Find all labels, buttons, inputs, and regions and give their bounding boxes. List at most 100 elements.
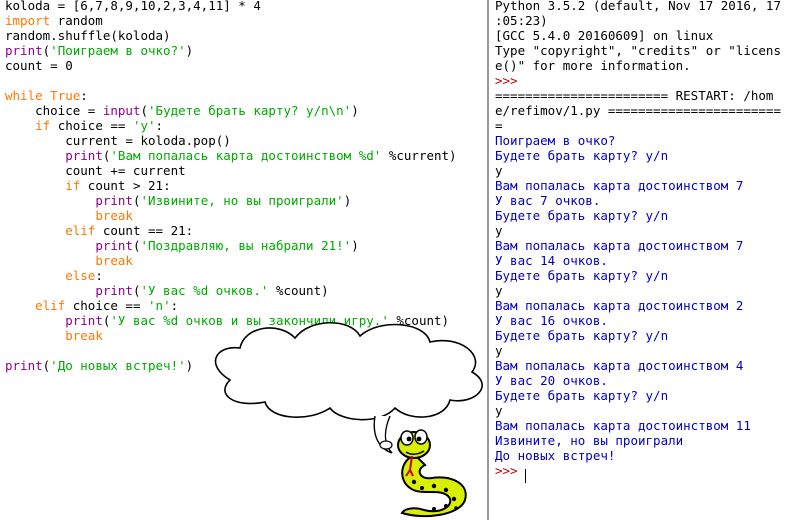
shell-line: Вам попалась карта достоинством 11 [495, 418, 751, 433]
code-token: Будете брать карту? y/n [495, 148, 669, 163]
code-token: ) [185, 43, 194, 58]
code-token: ======================= RESTART: /hom [495, 88, 774, 103]
code-token: Вам попалась карта достоинством 7 [495, 178, 744, 193]
code-line: print('У вас %d очков.' %count) [5, 283, 328, 298]
code-token: = [495, 118, 503, 133]
code-token: Вам попалась карта достоинством 2 [495, 298, 744, 313]
code-line: elif count == 21: [5, 223, 193, 238]
code-token: print [5, 358, 43, 373]
shell-line: У вас 7 очков. [495, 193, 600, 208]
shell-line: [GCC 5.4.0 20160609] on linux [495, 28, 713, 43]
code-token: ) [185, 358, 194, 373]
code-token: Будете брать карту? y/n [495, 208, 669, 223]
code-line: if count > 21: [5, 178, 170, 193]
code-token: print [65, 148, 103, 163]
code-token: : [95, 268, 103, 283]
code-token: Python 3.5.2 (default, Nov 17 2016, 17 [495, 0, 781, 13]
code-token: count = 0 [5, 58, 73, 73]
code-token: ) [343, 193, 352, 208]
code-token: ) [351, 103, 359, 118]
shell-line: y [495, 163, 503, 178]
code-token: Будете брать карту? y/n [495, 328, 669, 343]
code-token: current = koloda.pop() [5, 133, 231, 148]
shell-line: Будете брать карту? y/n [495, 388, 668, 403]
code-token: print [95, 283, 133, 298]
code-token: import [5, 13, 51, 28]
code-line: else: [5, 268, 103, 283]
code-token: ( [140, 103, 149, 118]
code-token: 'n' [148, 298, 171, 313]
shell-line: Будете брать карту? y/n [495, 148, 668, 163]
shell-line: Вам попалась карта достоинством 2 [495, 298, 743, 313]
code-token: break [95, 208, 133, 223]
code-token: >>> [495, 73, 526, 88]
code-token: print [65, 313, 103, 328]
shell-line: = [495, 118, 503, 133]
code-token: koloda = [6,7,8,9,10,2,3,4,11] * 4 [5, 0, 261, 13]
code-token: True [50, 88, 81, 103]
python-shell[interactable]: Python 3.5.2 (default, Nov 17 2016, 17:0… [489, 0, 810, 520]
code-token: e()" for more information. [495, 58, 691, 73]
code-line: print('До новых встреч!') [5, 358, 193, 373]
code-token: Будете брать карту? y/n [495, 388, 669, 403]
text-cursor [525, 469, 526, 483]
code-line: print('Вам попалась карта достоинством %… [5, 148, 457, 163]
code-line: count = 0 [5, 58, 73, 73]
shell-line: У вас 14 очков. [495, 253, 608, 268]
code-token: Вам попалась карта достоинством 4 [495, 358, 744, 373]
code-token: 'Вам попалась карта достоинством %d' [110, 148, 382, 163]
code-token: Вам попалась карта достоинством 11 [495, 418, 751, 433]
shell-line: До новых встреч! [495, 448, 615, 463]
code-token: 'Извините, но вы проиграли' [140, 193, 344, 208]
code-line: import random [5, 13, 103, 28]
code-token: break [65, 328, 103, 343]
code-token: print [95, 238, 133, 253]
code-token: Извините, но вы проиграли [495, 433, 684, 448]
code-token: if [65, 178, 81, 193]
code-line: choice = input('Будете брать карту? y/n\… [5, 103, 359, 118]
code-token: У вас 7 очков. [495, 193, 601, 208]
code-token: 'y' [132, 118, 156, 133]
code-line: break [5, 328, 103, 343]
code-token: 'Поиграем в очко?' [50, 43, 186, 58]
code-token: У вас 14 очков. [495, 253, 608, 268]
code-line: while True: [5, 88, 88, 103]
code-line: koloda = [6,7,8,9,10,2,3,4,11] * 4 [5, 0, 261, 13]
code-token: 'До новых встреч!' [50, 358, 186, 373]
code-token: choice == [65, 298, 149, 313]
shell-line: У вас 16 очков. [495, 313, 608, 328]
code-token: : [155, 118, 164, 133]
code-token: До новых встреч! [495, 448, 616, 463]
code-token: if [35, 118, 51, 133]
code-token: %current) [381, 148, 457, 163]
shell-line: e()" for more information. [495, 58, 691, 73]
shell-line: Type "copyright", "credits" or "licens [495, 43, 781, 58]
shell-line: Извините, но вы проиграли [495, 433, 683, 448]
code-token: У вас 20 очков. [495, 373, 608, 388]
code-token: count == 21: [95, 223, 194, 238]
code-line: random.shuffle(koloda) [5, 28, 171, 43]
shell-line: Поиграем в очко? [495, 133, 615, 148]
code-line: print('Поздравляю, вы набрали 21!') [5, 238, 358, 253]
code-token: Вам попалась карта достоинством 7 [495, 238, 744, 253]
code-line: print('Извините, но вы проиграли') [5, 193, 351, 208]
code-token: count += current [5, 163, 186, 178]
code-token: elif [65, 223, 96, 238]
shell-line: e/refimov/1.py ======================= [495, 103, 781, 118]
code-token: : [170, 298, 179, 313]
code-line: print('Поиграем в очко?') [5, 43, 193, 58]
code-token: break [95, 253, 133, 268]
code-token: print [95, 193, 133, 208]
shell-line: Будете брать карту? y/n [495, 268, 668, 283]
